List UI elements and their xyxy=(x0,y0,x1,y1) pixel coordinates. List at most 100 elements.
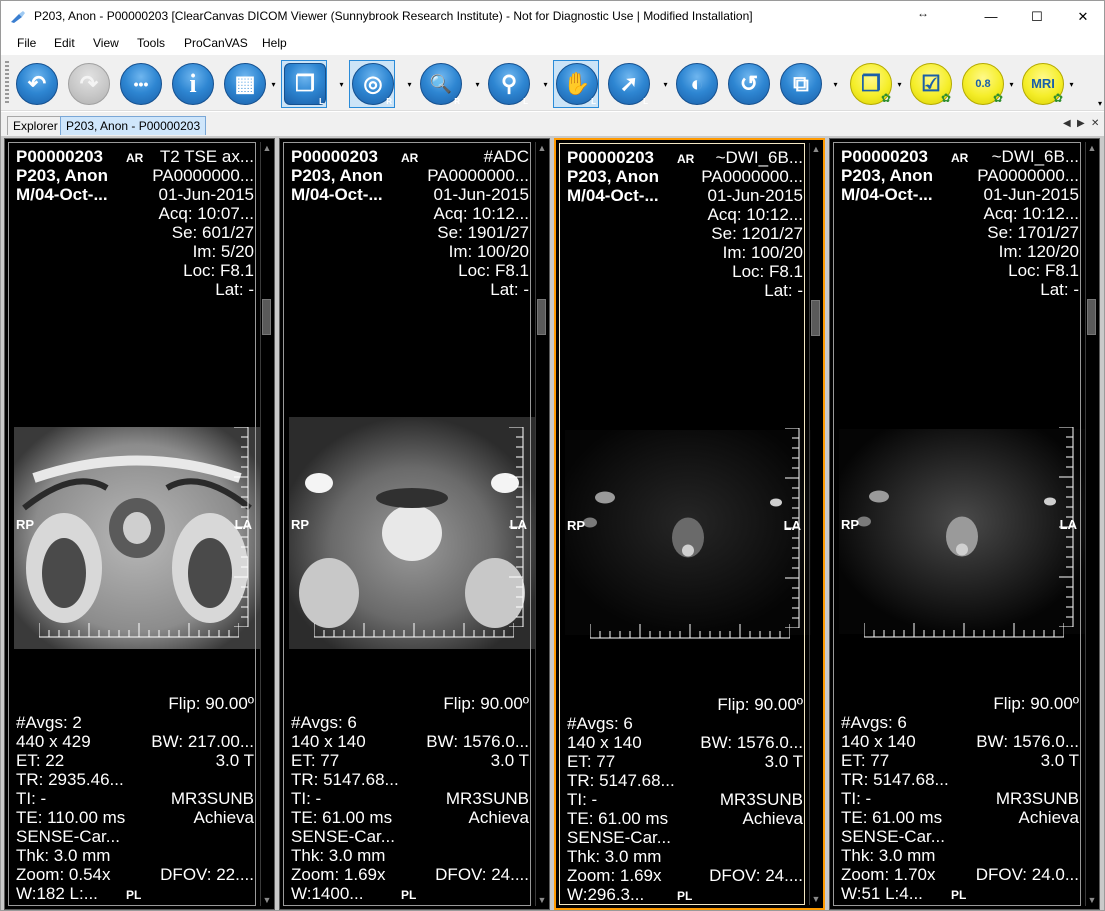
echo-time: TE: 61.00 ms xyxy=(841,808,943,827)
procanvas-stack-button[interactable]: ❐ ✿ xyxy=(847,60,893,108)
viewport-scrollbar[interactable]: ▲ ▼ xyxy=(809,143,821,905)
window-level: W:1400... xyxy=(291,884,364,903)
orientation-top-marker: AR xyxy=(401,151,419,165)
sync-dropdown-arrow[interactable]: ▾ xyxy=(831,80,840,89)
scroll-thumb[interactable] xyxy=(262,299,271,335)
scroll-up-icon[interactable]: ▲ xyxy=(536,143,548,153)
matrix-size: 440 x 429 xyxy=(16,732,91,751)
menu-edit[interactable]: Edit xyxy=(54,36,75,50)
orientation-bottom-marker: PL xyxy=(677,889,693,903)
repetition-time: TR: 5147.68... xyxy=(291,770,399,789)
menu-procanvas[interactable]: ProCanVAS xyxy=(184,36,248,50)
display-fov: DFOV: 24.0... xyxy=(975,865,1079,884)
leaf-icon: ✿ xyxy=(940,91,951,105)
viewport-1[interactable]: ▲ ▼ P00000203 AR T2 TSE ax... P203, Anon… xyxy=(4,138,275,910)
repetition-time: TR: 2935.46... xyxy=(16,770,124,789)
menu-file[interactable]: File xyxy=(17,36,36,50)
scroll-up-icon[interactable]: ▲ xyxy=(1086,143,1098,153)
scroll-down-icon[interactable]: ▼ xyxy=(261,895,273,905)
maximize-button[interactable]: ☐ xyxy=(1014,1,1060,32)
magnify-tool-button[interactable]: ⚲ L xyxy=(485,60,531,108)
viewport-scrollbar[interactable]: ▲ ▼ xyxy=(260,142,272,906)
menu-tools[interactable]: Tools xyxy=(137,36,165,50)
tab-next-icon[interactable]: ▶ xyxy=(1077,118,1085,129)
layout-dropdown-arrow[interactable]: ▾ xyxy=(269,80,278,89)
back-button[interactable]: ↶ xyxy=(13,60,59,108)
probe-tool-button[interactable]: ◎ R xyxy=(349,60,395,108)
stack-tool-button[interactable]: ❐ L xyxy=(281,60,327,108)
scroll-thumb[interactable] xyxy=(537,299,546,335)
close-button[interactable]: ✕ xyxy=(1060,1,1104,32)
tab-close-icon[interactable]: ✕ xyxy=(1091,118,1099,129)
probe-dropdown-arrow[interactable]: ▾ xyxy=(405,80,414,89)
coil-name: SENSE-Car... xyxy=(841,827,945,846)
layout-button[interactable]: ▦ xyxy=(221,60,267,108)
zoom-tool-button[interactable]: 🔍 R xyxy=(417,60,463,108)
pan-tool-button[interactable]: ✋ L xyxy=(553,60,599,108)
accession-number: PA0000000... xyxy=(427,166,529,185)
viewport-scrollbar[interactable]: ▲ ▼ xyxy=(1085,142,1097,906)
slice-thickness: Thk: 3.0 mm xyxy=(291,846,386,865)
procanvas-check-button[interactable]: ☑ ✿ xyxy=(907,60,953,108)
matrix-size: 140 x 140 xyxy=(841,732,916,751)
orientation-top-marker: AR xyxy=(951,151,969,165)
series-number: Se: 1901/27 xyxy=(437,223,529,242)
zoom-level: Zoom: 1.69x xyxy=(567,866,662,885)
select-dropdown-arrow[interactable]: ▾ xyxy=(661,80,670,89)
procanvas-mri-dropdown-arrow[interactable]: ▾ xyxy=(1067,80,1076,89)
slice-location: Loc: F8.1 xyxy=(183,261,254,280)
series-number: Se: 1701/27 xyxy=(987,223,1079,242)
scroll-thumb[interactable] xyxy=(1087,299,1096,335)
scanner-model: Achieva xyxy=(1018,808,1079,827)
inversion-time: TI: - xyxy=(567,790,598,809)
scroll-down-icon[interactable]: ▼ xyxy=(536,895,548,905)
reset-button[interactable]: ↺ xyxy=(725,60,771,108)
stack-dropdown-arrow[interactable]: ▾ xyxy=(337,80,346,89)
menu-help[interactable]: Help xyxy=(262,36,287,50)
procanvas-08-dropdown-arrow[interactable]: ▾ xyxy=(1007,80,1016,89)
toolbar-grip[interactable] xyxy=(5,61,9,105)
image-number: Im: 100/20 xyxy=(448,242,529,261)
menu-view[interactable]: View xyxy=(93,36,119,50)
resize-icon[interactable]: ↔ xyxy=(917,6,929,20)
window-level: W:296.3... xyxy=(567,885,645,904)
inversion-time: TI: - xyxy=(291,789,322,808)
viewport-3[interactable]: ▲ ▼ P00000203 AR ~DWI_6B... P203, Anon P… xyxy=(554,138,825,910)
minimize-button[interactable]: — xyxy=(968,1,1014,32)
scroll-down-icon[interactable]: ▼ xyxy=(1086,895,1098,905)
tab-study[interactable]: P203, Anon - P00000203 xyxy=(60,116,207,135)
sync-button[interactable]: ⧉ xyxy=(777,60,823,108)
mouse-right-label: R xyxy=(454,97,460,106)
viewport-scrollbar[interactable]: ▲ ▼ xyxy=(535,142,547,906)
viewport-4[interactable]: ▲ ▼ P00000203 AR ~DWI_6B... P203, Anon P… xyxy=(829,138,1100,910)
scanner-model: Achieva xyxy=(193,808,254,827)
invert-button[interactable]: ◐ xyxy=(673,60,719,108)
info-button[interactable]: i xyxy=(169,60,215,108)
procanvas-08-button[interactable]: 0.8 ✿ xyxy=(959,60,1005,108)
field-strength: 3.0 T xyxy=(490,751,529,770)
select-tool-button[interactable]: ➚ L xyxy=(605,60,651,108)
app-window: P203, Anon - P00000203 [ClearCanvas DICO… xyxy=(0,0,1105,911)
mouse-left-label: L xyxy=(523,97,528,106)
forward-button[interactable]: ↷ xyxy=(65,60,111,108)
series-description: T2 TSE ax... xyxy=(159,147,254,166)
show-more-button[interactable]: ••• xyxy=(117,60,163,108)
scroll-up-icon[interactable]: ▲ xyxy=(810,144,822,154)
orientation-bottom-marker: PL xyxy=(401,888,417,902)
display-fov: DFOV: 22.... xyxy=(160,865,254,884)
viewport-2[interactable]: ▲ ▼ P00000203 AR #ADC P203, Anon PA00000… xyxy=(279,138,550,910)
window-level: W:51 L:4... xyxy=(841,884,923,903)
scroll-thumb[interactable] xyxy=(811,300,820,336)
scroll-up-icon[interactable]: ▲ xyxy=(261,143,273,153)
scroll-down-icon[interactable]: ▼ xyxy=(810,894,822,904)
procanvas-mri-button[interactable]: MRI ✿ xyxy=(1019,60,1065,108)
echo-train: ET: 22 xyxy=(16,751,65,770)
tab-explorer[interactable]: Explorer xyxy=(7,116,64,135)
toolbar-overflow-button[interactable]: ▾ xyxy=(1098,99,1102,108)
echo-train: ET: 77 xyxy=(567,752,616,771)
zoom-dropdown-arrow[interactable]: ▾ xyxy=(473,80,482,89)
tab-prev-icon[interactable]: ◀ xyxy=(1063,118,1071,129)
magnify-dropdown-arrow[interactable]: ▾ xyxy=(541,80,550,89)
procanvas-stack-dropdown-arrow[interactable]: ▾ xyxy=(895,80,904,89)
vertical-scale-ruler xyxy=(234,427,249,627)
